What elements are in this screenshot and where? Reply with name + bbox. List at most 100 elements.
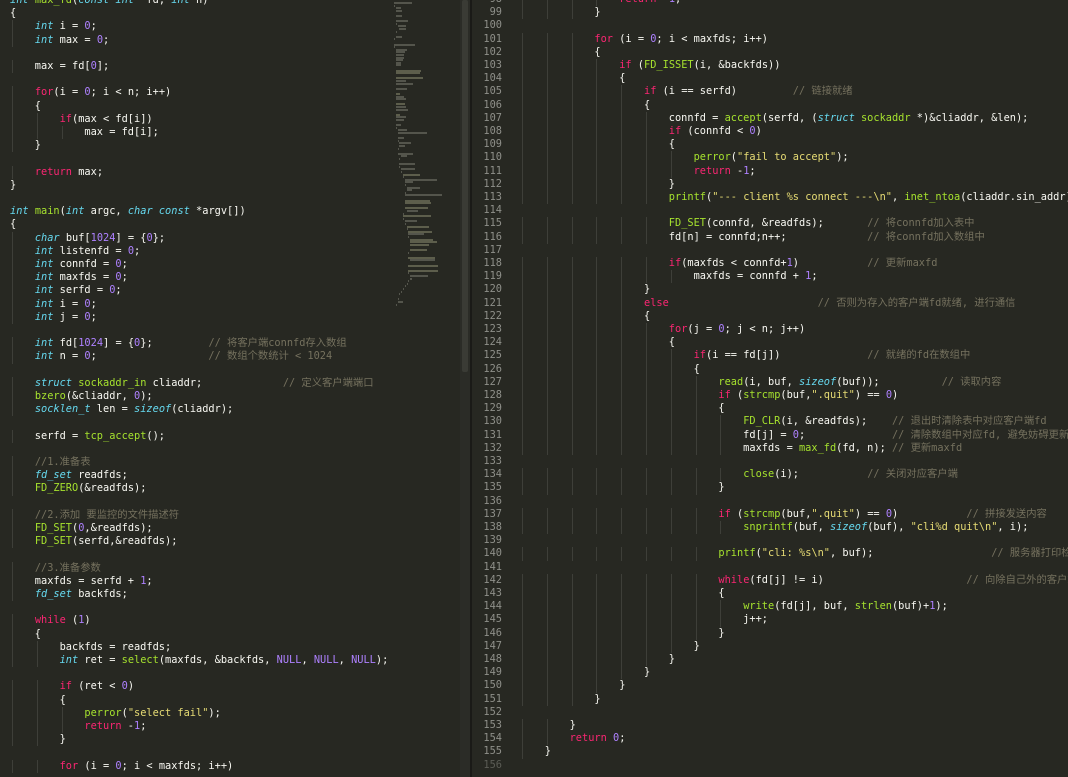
code-line[interactable]: while (1) [10, 614, 91, 627]
code-line[interactable]: } [520, 745, 551, 758]
code-line[interactable]: } [520, 178, 675, 191]
code-line[interactable]: if(max < fd[i]) [10, 113, 153, 126]
code-line[interactable]: int connfd = 0; [10, 258, 128, 271]
code-line[interactable]: return 0; [520, 732, 626, 745]
code-line[interactable]: } [10, 179, 16, 192]
code-line[interactable]: { [520, 46, 600, 59]
code-line[interactable]: //2.添加 要监控的文件描述符 [10, 509, 179, 522]
code-line[interactable]: { [520, 587, 724, 600]
code-line[interactable]: connfd = accept(serfd, (struct sockaddr … [520, 112, 1029, 125]
code-line[interactable]: for (i = 0; i < maxfds; i++) [10, 760, 234, 773]
code-line[interactable]: maxfds = serfd + 1; [10, 575, 153, 588]
code-line[interactable]: int serfd = 0; [10, 284, 122, 297]
code-line[interactable]: backfds = readfds; [10, 641, 172, 654]
code-line[interactable]: for (i = 0; i < maxfds; i++) [520, 33, 768, 46]
code-line[interactable]: serfd = tcp_accept(); [10, 430, 165, 443]
code-line[interactable]: return -1; [520, 0, 681, 6]
code-line[interactable]: int max = 0; [10, 34, 109, 47]
code-line[interactable]: FD_ZERO(&readfds); [10, 482, 147, 495]
code-line[interactable]: int main(int argc, char const *argv[]) [10, 205, 246, 218]
code-line[interactable]: { [10, 218, 16, 231]
code-line[interactable]: int i = 0; [10, 20, 97, 33]
code-line[interactable]: int i = 0; [10, 298, 97, 311]
code-line[interactable]: if (connfd < 0) [520, 125, 762, 138]
right-editor-pane[interactable]: 9899100101102103104105106107108109110111… [472, 0, 1068, 777]
code-line[interactable]: //3.准备参数 [10, 562, 101, 575]
code-line[interactable]: { [520, 402, 724, 415]
code-line[interactable]: char buf[1024] = {0}; [10, 232, 165, 245]
code-line[interactable]: if (FD_ISSET(i, &backfds)) [520, 59, 780, 72]
code-line[interactable]: { [520, 363, 700, 376]
code-line[interactable]: } [520, 653, 675, 666]
code-line[interactable]: close(i); // 关闭对应客户端 [520, 468, 958, 481]
code-line[interactable]: for(j = 0; j < n; j++) [520, 323, 805, 336]
code-line[interactable]: perror("select fail"); [10, 707, 220, 720]
code-line[interactable]: int listenfd = 0; [10, 245, 140, 258]
code-line[interactable]: { [520, 72, 625, 85]
code-line[interactable]: maxfds = max_fd(fd, n); // 更新maxfd [520, 442, 962, 455]
code-line[interactable]: return max; [10, 166, 103, 179]
code-line[interactable]: FD_SET(0,&readfds); [10, 522, 153, 535]
code-line[interactable]: fd_set readfds; [10, 469, 128, 482]
code-line[interactable]: fd_set backfds; [10, 588, 128, 601]
code-line[interactable]: if (strcmp(buf,".quit") == 0) [520, 389, 898, 402]
code-line[interactable]: { [520, 310, 650, 323]
code-line[interactable]: } [520, 666, 650, 679]
code-line[interactable]: int fd[1024] = {0}; // 将客户端connfd存入数组 [10, 337, 347, 350]
code-minimap[interactable] [394, 0, 460, 777]
code-line[interactable]: if (ret < 0) [10, 680, 134, 693]
code-line[interactable]: int max_fd(const int *fd, int n) [10, 0, 208, 7]
code-line[interactable]: printf("--- client %s connect ---\n", in… [520, 191, 1068, 204]
code-line[interactable]: socklen_t len = sizeof(cliaddr); [10, 403, 233, 416]
code-line[interactable]: FD_CLR(i, &readfds); // 退出时清除表中对应客户端fd [520, 415, 1046, 428]
code-line[interactable]: if (i == serfd) // 链接就绪 [520, 85, 853, 98]
code-line[interactable]: } [10, 139, 41, 152]
code-line[interactable]: { [520, 336, 675, 349]
code-line[interactable]: FD_SET(connfd, &readfds); // 将connfd加入表中 [520, 217, 975, 230]
code-line[interactable]: if(maxfds < connfd+1) // 更新maxfd [520, 257, 938, 270]
code-line[interactable]: int ret = select(maxfds, &backfds, NULL,… [10, 654, 389, 667]
code-line[interactable]: { [10, 694, 66, 707]
code-line[interactable]: if (strcmp(buf,".quit") == 0) // 拼接发送内容 [520, 508, 1046, 521]
code-line[interactable]: { [10, 100, 41, 113]
code-line[interactable]: } [520, 6, 600, 19]
left-editor-pane[interactable]: int max_fd(const int *fd, int n){ int i … [0, 0, 460, 777]
code-line[interactable]: fd[j] = 0; // 清除数组中对应fd, 避免妨碍更新maxfd [520, 429, 1068, 442]
code-line[interactable]: for(i = 0; i < n; i++) [10, 86, 171, 99]
code-line[interactable]: snprintf(buf, sizeof(buf), "cli%d quit\n… [520, 521, 1028, 534]
code-line[interactable]: { [10, 7, 16, 20]
code-line[interactable]: read(i, buf, sizeof(buf)); // 读取内容 [520, 376, 1001, 389]
code-line[interactable]: FD_SET(serfd,&readfds); [10, 535, 178, 548]
code-line[interactable]: perror("fail to accept"); [520, 151, 849, 164]
code-line[interactable]: bzero(&cliaddr, 0); [10, 390, 153, 403]
code-line[interactable]: int j = 0; [10, 311, 97, 324]
left-vertical-scrollbar[interactable] [460, 0, 470, 777]
code-line[interactable]: //1.准备表 [10, 456, 91, 469]
code-line[interactable]: { [10, 628, 41, 641]
code-line[interactable]: } [520, 627, 724, 640]
code-line[interactable]: } [520, 481, 724, 494]
code-line[interactable]: } [520, 640, 700, 653]
code-line[interactable]: else // 否则为存入的客户端fd就绪, 进行通信 [520, 297, 1015, 310]
code-line[interactable]: } [520, 693, 600, 706]
code-line[interactable]: max = fd[0]; [10, 60, 109, 73]
code-line[interactable]: maxfds = connfd + 1; [520, 270, 818, 283]
scrollbar-thumb[interactable] [462, 0, 468, 372]
code-line[interactable]: if(i == fd[j]) // 就绪的fd在数组中 [520, 349, 971, 362]
code-line[interactable]: j++; [520, 613, 768, 626]
code-line[interactable]: } [520, 679, 625, 692]
code-line[interactable]: return -1; [10, 720, 146, 733]
code-line[interactable]: } [520, 283, 650, 296]
code-line[interactable]: printf("cli: %s\n", buf); // 服务器打印检测 [520, 547, 1068, 560]
code-line[interactable]: { [520, 138, 675, 151]
code-line[interactable]: while(fd[j] != i) // 向除自己外的客户端广播 [520, 574, 1068, 587]
code-line[interactable]: write(fd[j], buf, strlen(buf)+1); [520, 600, 948, 613]
code-line[interactable]: struct sockaddr_in cliaddr; // 定义客户端端口 [10, 377, 374, 390]
code-line[interactable]: return -1; [520, 165, 756, 178]
code-line[interactable]: int maxfds = 0; [10, 271, 128, 284]
code-line[interactable]: } [10, 733, 66, 746]
code-line[interactable]: max = fd[i]; [10, 126, 158, 139]
code-line[interactable]: fd[n] = connfd;n++; // 将connfd加入数组中 [520, 231, 985, 244]
code-line[interactable]: { [520, 99, 650, 112]
code-line[interactable]: } [520, 719, 576, 732]
